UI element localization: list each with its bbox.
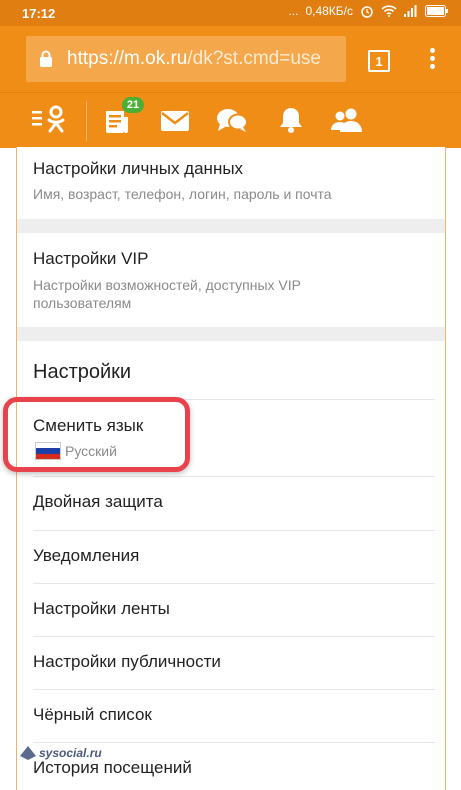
browser-menu-icon[interactable]	[430, 48, 436, 72]
messages-icon[interactable]	[161, 111, 189, 131]
language-highlight-frame	[3, 397, 190, 472]
watermark: sysocial.ru	[20, 746, 102, 760]
menu-item-label: Чёрный список	[33, 705, 152, 724]
browser-toolbar: https://m.ok.ru/dk?st.cmd=usе 1	[0, 26, 461, 92]
section-gap	[17, 327, 445, 341]
ok-logo-menu-icon[interactable]	[32, 105, 68, 135]
blacklist[interactable]: Чёрный список	[17, 690, 445, 743]
menu-item-label: Настройки публичности	[33, 652, 221, 671]
menu-item-label: Уведомления	[33, 546, 140, 565]
friends-icon[interactable]	[331, 108, 363, 132]
notifications-settings[interactable]: Уведомления	[17, 531, 445, 584]
settings-section-title: Настройки	[33, 361, 132, 383]
wifi-icon	[381, 5, 397, 17]
signal-icon	[404, 5, 417, 17]
alarm-icon	[361, 6, 373, 18]
feed-badge: 21	[122, 97, 144, 113]
status-time: 17:12	[22, 6, 56, 21]
publicity-settings[interactable]: Настройки публичности	[17, 637, 445, 690]
url-path: /dk?st.cmd=usе	[187, 48, 321, 69]
ok-navigation-bar: 21	[0, 92, 461, 148]
notifications-icon[interactable]	[278, 106, 304, 134]
personal-data-title: Настройки личных данных	[33, 159, 244, 178]
network-speed: 0,48КБ/с	[305, 4, 353, 18]
feed-settings[interactable]: Настройки ленты	[17, 584, 445, 637]
watermark-text: sysocial.ru	[39, 746, 102, 760]
status-dots: ...	[288, 4, 299, 18]
address-bar[interactable]: https://m.ok.ru/dk?st.cmd=usе	[26, 36, 346, 82]
menu-item-label: История посещений	[33, 758, 192, 777]
tab-switcher-button[interactable]: 1	[368, 50, 390, 72]
vip-title: Настройки VIP	[33, 249, 149, 268]
lock-icon	[40, 50, 52, 67]
personal-data-settings[interactable]: Настройки личных данных Имя, возраст, те…	[17, 147, 445, 219]
two-factor-protection[interactable]: Двойная защита	[17, 477, 445, 530]
menu-item-label: Двойная защита	[33, 492, 163, 511]
watermark-logo-icon	[20, 746, 36, 760]
personal-data-subtitle: Имя, возраст, телефон, логин, пароль и п…	[33, 186, 332, 202]
vip-settings[interactable]: Настройки VIP Настройки возможностей, до…	[17, 233, 445, 327]
menu-item-label: Настройки ленты	[33, 599, 170, 618]
status-bar: 17:12 ... 0,48КБ/с	[0, 0, 461, 26]
status-icons: ... 0,48КБ/с	[288, 4, 449, 18]
toolbar-divider	[86, 101, 87, 141]
section-gap	[17, 219, 445, 233]
vip-subtitle-line2: пользователям	[33, 295, 132, 311]
battery-icon	[425, 5, 448, 17]
url-host: https://m.ok.ru	[67, 48, 188, 69]
vip-subtitle-line1: Настройки возможностей, доступных VIP	[33, 277, 301, 293]
discussions-icon[interactable]	[216, 108, 248, 134]
